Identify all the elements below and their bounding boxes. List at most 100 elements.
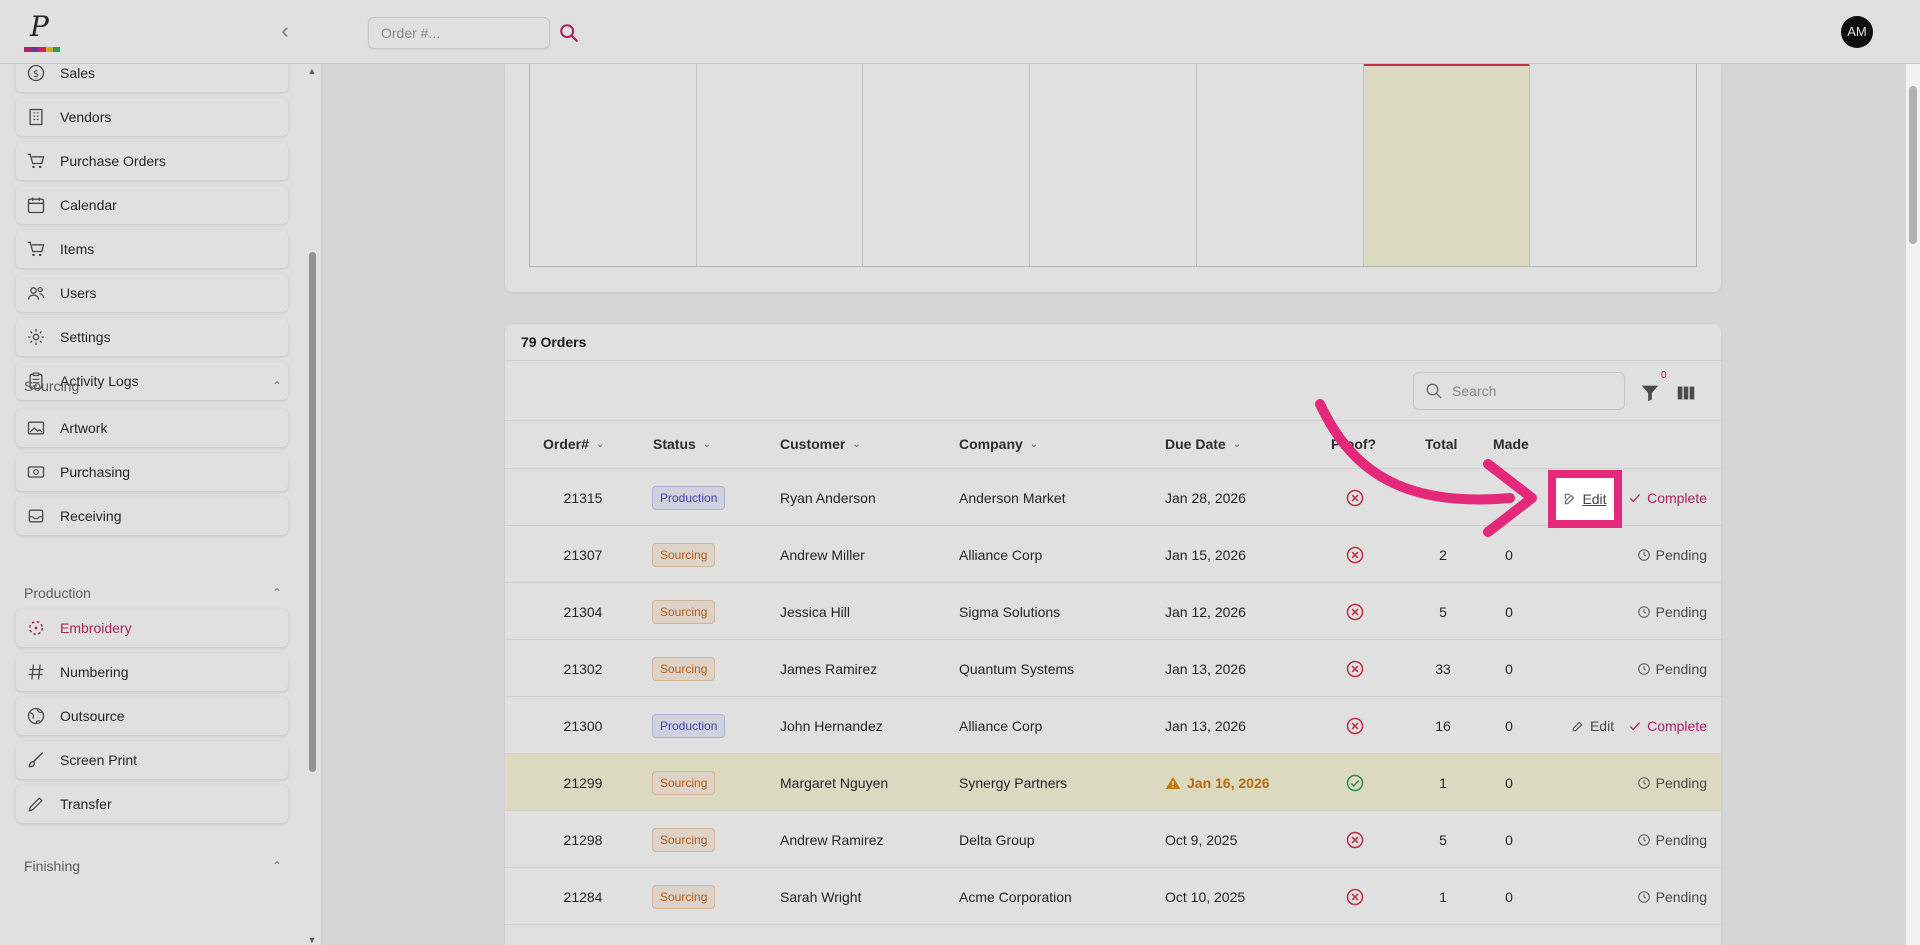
company-name: Delta Group: [959, 831, 1035, 848]
sidebar-scroll-thumb[interactable]: [309, 252, 316, 772]
sidebar-item-vendors[interactable]: Vendors: [16, 98, 288, 136]
status-cell: Sourcing: [652, 868, 716, 925]
order-number[interactable]: 21284: [543, 868, 623, 925]
chevron-down-icon: ⌄: [1232, 438, 1242, 450]
globe-icon: [27, 707, 45, 725]
row-actions: Edit Complete: [1545, 697, 1707, 754]
sidebar-item-outsource[interactable]: Outsource: [16, 697, 288, 735]
column-header-customer[interactable]: Customer ⌄: [780, 436, 861, 452]
order-number[interactable]: 21304: [543, 583, 623, 640]
sidebar-item-users[interactable]: Users: [16, 274, 288, 312]
page-scrollbar[interactable]: [1906, 64, 1920, 945]
proof-status: [1343, 583, 1367, 640]
highlighted-edit-button[interactable]: Edit: [1548, 470, 1622, 528]
table-row[interactable]: 21299 Sourcing Margaret Nguyen Synergy P…: [505, 754, 1721, 811]
total-quantity: 5: [1439, 603, 1447, 620]
sidebar-scrollbar[interactable]: ▲ ▼: [306, 64, 318, 945]
column-header-total[interactable]: Total: [1425, 436, 1457, 452]
calendar-icon: [27, 197, 45, 214]
chevron-up-icon: ⌃: [271, 859, 282, 873]
total-quantity: 16: [1435, 717, 1451, 734]
sidebar-item-label: Artwork: [60, 420, 108, 436]
warning-icon: [1165, 776, 1181, 789]
sidebar-item-artwork[interactable]: Artwork: [16, 409, 288, 447]
section-header-finishing[interactable]: Finishing ⌃: [24, 856, 282, 876]
brush-icon: [28, 751, 44, 768]
sidebar-item-receiving[interactable]: Receiving: [16, 497, 288, 535]
not-approved-icon: [1346, 660, 1364, 677]
order-search-input[interactable]: [368, 17, 550, 49]
orders-search-input[interactable]: [1413, 372, 1625, 410]
sidebar-item-purchase-orders[interactable]: Purchase Orders: [16, 142, 288, 180]
search-icon: [1425, 382, 1443, 400]
table-row[interactable]: 21302 Sourcing James Ramirez Quantum Sys…: [505, 640, 1721, 697]
column-header-due-date[interactable]: Due Date ⌄: [1165, 436, 1241, 452]
order-number[interactable]: 21315: [543, 469, 623, 526]
not-approved-icon: [1346, 546, 1364, 563]
table-row[interactable]: 21307 Sourcing Andrew Miller Alliance Co…: [505, 526, 1721, 583]
table-row[interactable]: 21300 Production John Hernandez Alliance…: [505, 697, 1721, 754]
filter-icon[interactable]: [1639, 382, 1661, 404]
sidebar-item-label: Items: [60, 241, 95, 257]
table-row[interactable]: 21315 Production Ryan Anderson Anderson …: [505, 469, 1721, 526]
due-date: Jan 12, 2026: [1165, 603, 1246, 620]
cart-icon: [27, 153, 45, 169]
chevron-down-icon: ⌄: [595, 438, 605, 450]
due-date: Oct 10, 2025: [1165, 888, 1246, 905]
table-row[interactable]: 21284 Sourcing Sarah Wright Acme Corpora…: [505, 868, 1721, 925]
page-scroll-thumb[interactable]: [1909, 86, 1917, 244]
money-icon: [27, 466, 45, 478]
clock-icon: [1637, 890, 1650, 903]
scroll-down-arrow-icon[interactable]: ▼: [307, 935, 317, 945]
due-date: Jan 28, 2026: [1165, 489, 1246, 506]
column-header-order[interactable]: Order# ⌄: [543, 436, 604, 452]
complete-button[interactable]: Complete: [1628, 490, 1707, 506]
order-number[interactable]: 21299: [543, 754, 623, 811]
sidebar-item-screen-print[interactable]: Screen Print: [16, 741, 288, 779]
due-date: Jan 15, 2026: [1165, 546, 1246, 563]
collapse-sidebar-button[interactable]: ‹: [274, 20, 296, 42]
due-date: Jan 16, 2026: [1165, 754, 1270, 811]
columns-icon[interactable]: [1675, 382, 1697, 404]
complete-button[interactable]: Complete: [1628, 718, 1707, 734]
schedule-day-column: [863, 64, 1031, 266]
edit-button[interactable]: Edit: [1571, 718, 1614, 734]
schedule-day-column: [1030, 64, 1197, 266]
order-number[interactable]: 21302: [543, 640, 623, 697]
column-header-status[interactable]: Status ⌄: [653, 436, 711, 452]
schedule-day-column: [697, 64, 864, 266]
column-header-proof[interactable]: Proof?: [1331, 436, 1376, 452]
order-number[interactable]: 21307: [543, 526, 623, 583]
sidebar-item-transfer[interactable]: Transfer: [16, 785, 288, 823]
order-number[interactable]: 21300: [543, 697, 623, 754]
section-header-sourcing[interactable]: Sourcing ⌃: [24, 376, 282, 396]
sidebar-item-embroidery[interactable]: Embroidery: [16, 609, 288, 647]
proof-status: [1343, 526, 1367, 583]
order-number[interactable]: 21298: [543, 811, 623, 868]
scroll-up-arrow-icon[interactable]: ▲: [307, 66, 317, 76]
table-row[interactable]: 21304 Sourcing Jessica Hill Sigma Soluti…: [505, 583, 1721, 640]
user-avatar[interactable]: AM: [1841, 16, 1873, 48]
sidebar-item-items[interactable]: Items: [16, 230, 288, 268]
total-quantity: 1: [1439, 774, 1447, 791]
customer-name: James Ramirez: [780, 660, 878, 677]
status-badge: Production: [652, 485, 726, 510]
column-header-made[interactable]: Made: [1493, 436, 1529, 452]
sidebar-item-numbering[interactable]: Numbering: [16, 653, 288, 691]
app-logo[interactable]: P: [24, 10, 61, 52]
table-row[interactable]: 21298 Sourcing Andrew Ramirez Delta Grou…: [505, 811, 1721, 868]
search-icon[interactable]: [558, 22, 580, 44]
pending-status: Pending: [1637, 889, 1707, 905]
due-date: Oct 9, 2025: [1165, 831, 1238, 848]
total-quantity: [1413, 469, 1473, 526]
status-badge: Sourcing: [652, 884, 716, 909]
section-header-production[interactable]: Production ⌃: [24, 583, 282, 603]
column-header-company[interactable]: Company ⌄: [959, 436, 1038, 452]
sidebar-item-sales[interactable]: $ Sales: [16, 64, 288, 92]
proof-status: [1343, 868, 1367, 925]
sidebar-item-settings[interactable]: Settings: [16, 318, 288, 356]
not-approved-icon: [1346, 831, 1364, 848]
sidebar-item-purchasing[interactable]: Purchasing: [16, 453, 288, 491]
sidebar-item-calendar[interactable]: Calendar: [16, 186, 288, 224]
not-approved-icon: [1346, 603, 1364, 620]
